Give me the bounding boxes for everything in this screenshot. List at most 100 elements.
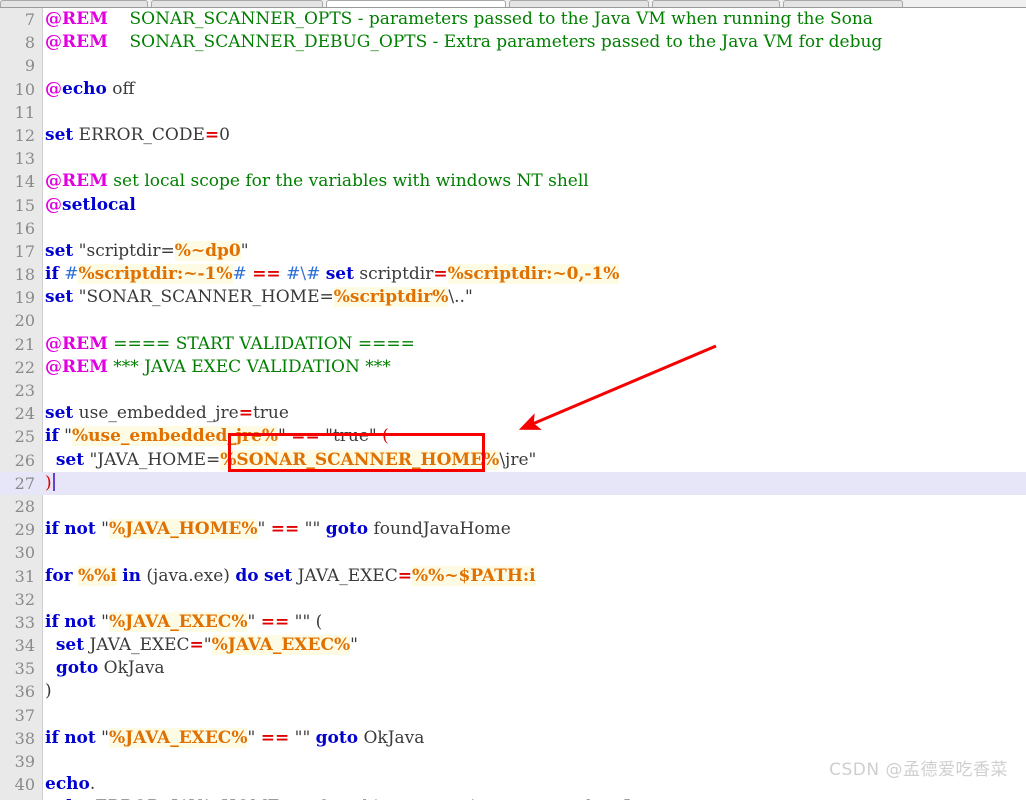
editor-tab-1[interactable] xyxy=(151,0,323,7)
editor-tab-3[interactable] xyxy=(509,0,649,7)
code-line[interactable]: 31 for %%i in (java.exe) do set JAVA_EXEC… xyxy=(0,565,1026,588)
code-line-text[interactable]: @setlocal xyxy=(43,194,136,217)
code-line[interactable]: 21 @REM ==== START VALIDATION ==== xyxy=(0,333,1026,356)
editor-tab-strip[interactable] xyxy=(0,0,1026,8)
code-line-text[interactable]: if #%scriptdir:~-1%# == #\# set scriptdi… xyxy=(43,263,620,286)
code-line-text[interactable]: if not "%JAVA_HOME%" == "" goto foundJav… xyxy=(43,518,511,541)
code-token-plain: ) xyxy=(45,681,52,702)
code-line[interactable]: 29 if not "%JAVA_HOME%" == "" goto foundJ… xyxy=(0,518,1026,541)
line-number: 23 xyxy=(14,381,35,400)
code-token-at: @REM xyxy=(45,333,108,354)
code-token-kw: set xyxy=(55,635,85,656)
code-line[interactable]: 25 if "%use_embedded_jre%" == "true" ( xyxy=(0,425,1026,448)
code-line[interactable]: 32 xyxy=(0,588,1026,611)
code-line-text[interactable]: @echo off xyxy=(43,78,135,101)
line-number: 37 xyxy=(14,705,35,725)
code-line[interactable]: 15 @setlocal xyxy=(0,194,1026,217)
code-line[interactable]: 28 xyxy=(0,495,1026,518)
code-token-blue: # xyxy=(232,264,247,285)
code-token-kw: goto xyxy=(315,727,359,748)
code-token-plain: " xyxy=(247,611,261,632)
code-line-text[interactable]: @REM set local scope for the variables w… xyxy=(43,170,589,193)
line-number: 7 xyxy=(24,10,35,29)
code-line[interactable]: 35 goto OkJava xyxy=(0,657,1026,680)
code-line-text[interactable]: if not "%JAVA_EXEC%" == "" goto OkJava xyxy=(43,727,424,750)
code-line-text[interactable]: @REM SONAR_SCANNER_DEBUG_OPTS - Extra pa… xyxy=(43,31,882,54)
code-line[interactable]: 33 if not "%JAVA_EXEC%" == "" ( xyxy=(0,611,1026,634)
line-number: 22 xyxy=(14,357,35,377)
code-line-text[interactable]: ) xyxy=(43,472,55,495)
line-number: 15 xyxy=(14,195,35,215)
code-line[interactable]: 10 @echo off xyxy=(0,78,1026,101)
code-token-kw: set xyxy=(264,565,293,586)
code-line[interactable]: 34 set JAVA_EXEC="%JAVA_EXEC%" xyxy=(0,634,1026,657)
code-line[interactable]: 37 xyxy=(0,704,1026,727)
code-line-text[interactable]: echo. xyxy=(43,773,95,796)
code-line[interactable]: 11 xyxy=(0,101,1026,124)
code-token-var: %scriptdir% xyxy=(333,287,449,308)
code-line[interactable]: 24 set use_embedded_jre=true xyxy=(0,402,1026,425)
code-line-text[interactable]: echo ERROR: JAVA_HOME not found in your … xyxy=(43,796,660,800)
code-token-plain: foundJavaHome xyxy=(368,519,511,540)
code-line-text[interactable]: set "SONAR_SCANNER_HOME=%scriptdir%\.." xyxy=(43,286,473,309)
line-number: 24 xyxy=(14,404,35,424)
editor-tab-2[interactable] xyxy=(326,0,506,7)
code-line[interactable]: 38 if not "%JAVA_EXEC%" == "" goto OkJava xyxy=(0,727,1026,750)
editor-tab-5[interactable] xyxy=(783,0,903,7)
code-token-plain: scriptdir xyxy=(353,264,434,285)
editor-tab-0[interactable] xyxy=(0,0,148,7)
code-token-at: @REM xyxy=(45,32,108,53)
code-token-op: = xyxy=(433,264,448,285)
code-editor[interactable]: 7 @REM SONAR_SCANNER_OPTS - parameters pa… xyxy=(0,8,1026,800)
code-token-kw: goto xyxy=(55,658,99,679)
line-number: 8 xyxy=(24,33,35,53)
code-token-plain: OkJava xyxy=(98,658,165,679)
code-line-text[interactable]: ) xyxy=(43,680,52,703)
code-line[interactable]: 19 set "SONAR_SCANNER_HOME=%scriptdir%\..… xyxy=(0,286,1026,309)
code-token-plain: off xyxy=(106,78,135,99)
code-line-text[interactable]: set JAVA_EXEC="%JAVA_EXEC%" xyxy=(43,634,358,657)
code-line-text[interactable]: @REM SONAR_SCANNER_OPTS - parameters pas… xyxy=(43,8,873,31)
code-token-plain: . xyxy=(89,774,96,795)
code-token-plain: \jre" xyxy=(499,449,537,470)
line-number: 29 xyxy=(14,520,35,540)
code-line[interactable]: 22 @REM *** JAVA EXEC VALIDATION *** xyxy=(0,356,1026,379)
code-line[interactable]: 8 @REM SONAR_SCANNER_DEBUG_OPTS - Extra p… xyxy=(0,31,1026,54)
code-token-op: = xyxy=(238,403,253,424)
code-line[interactable]: 14 @REM set local scope for the variables… xyxy=(0,170,1026,193)
code-line[interactable]: 18 if #%scriptdir:~-1%# == #\# set script… xyxy=(0,263,1026,286)
code-token-kw: not xyxy=(64,727,96,748)
code-line[interactable]: 16 xyxy=(0,217,1026,240)
code-line-text[interactable]: @REM *** JAVA EXEC VALIDATION *** xyxy=(43,356,391,379)
code-line-text[interactable]: for %%i in (java.exe) do set JAVA_EXEC=%… xyxy=(43,565,536,588)
code-line[interactable]: 7 @REM SONAR_SCANNER_OPTS - parameters pa… xyxy=(0,8,1026,31)
code-content[interactable]: 7 @REM SONAR_SCANNER_OPTS - parameters pa… xyxy=(0,8,1026,800)
code-line-text[interactable]: goto OkJava xyxy=(43,657,165,680)
code-line-text[interactable]: set ERROR_CODE=0 xyxy=(43,124,230,147)
code-line-text[interactable]: @REM ==== START VALIDATION ==== xyxy=(43,333,415,356)
code-line[interactable]: 41 echo ERROR: JAVA_HOME not found in you… xyxy=(0,796,1026,800)
code-line[interactable]: 20 xyxy=(0,309,1026,332)
code-token-var: %JAVA_EXEC% xyxy=(108,611,248,632)
code-line-text[interactable]: set "scriptdir=%~dp0" xyxy=(43,240,249,263)
code-token-plain: JAVA_EXEC xyxy=(292,565,398,586)
code-line-text[interactable]: set use_embedded_jre=true xyxy=(43,402,289,425)
code-line[interactable]: 26 set "JAVA_HOME=%SONAR_SCANNER_HOME%\j… xyxy=(0,449,1026,472)
code-line[interactable]: 13 xyxy=(0,147,1026,170)
code-token-kw: do xyxy=(235,565,259,586)
code-token-var: %JAVA_EXEC% xyxy=(108,727,248,748)
code-token-var: %scriptdir:~0,-1% xyxy=(447,264,620,285)
code-token-plain: JAVA_EXEC xyxy=(84,635,190,656)
code-line[interactable]: 36) xyxy=(0,680,1026,703)
code-line-text[interactable]: if not "%JAVA_EXEC%" == "" ( xyxy=(43,611,322,634)
line-number: 14 xyxy=(14,172,35,192)
code-line[interactable]: 17 set "scriptdir=%~dp0" xyxy=(0,240,1026,263)
code-line[interactable]: 30 xyxy=(0,541,1026,564)
code-line[interactable]: 23 xyxy=(0,379,1026,402)
code-line-current[interactable]: 27) xyxy=(0,471,1026,495)
code-line[interactable]: 9 xyxy=(0,54,1026,77)
code-line[interactable]: 12 set ERROR_CODE=0 xyxy=(0,124,1026,147)
editor-tab-4[interactable] xyxy=(652,0,780,7)
line-number: 21 xyxy=(14,334,35,354)
line-number: 34 xyxy=(14,636,35,656)
